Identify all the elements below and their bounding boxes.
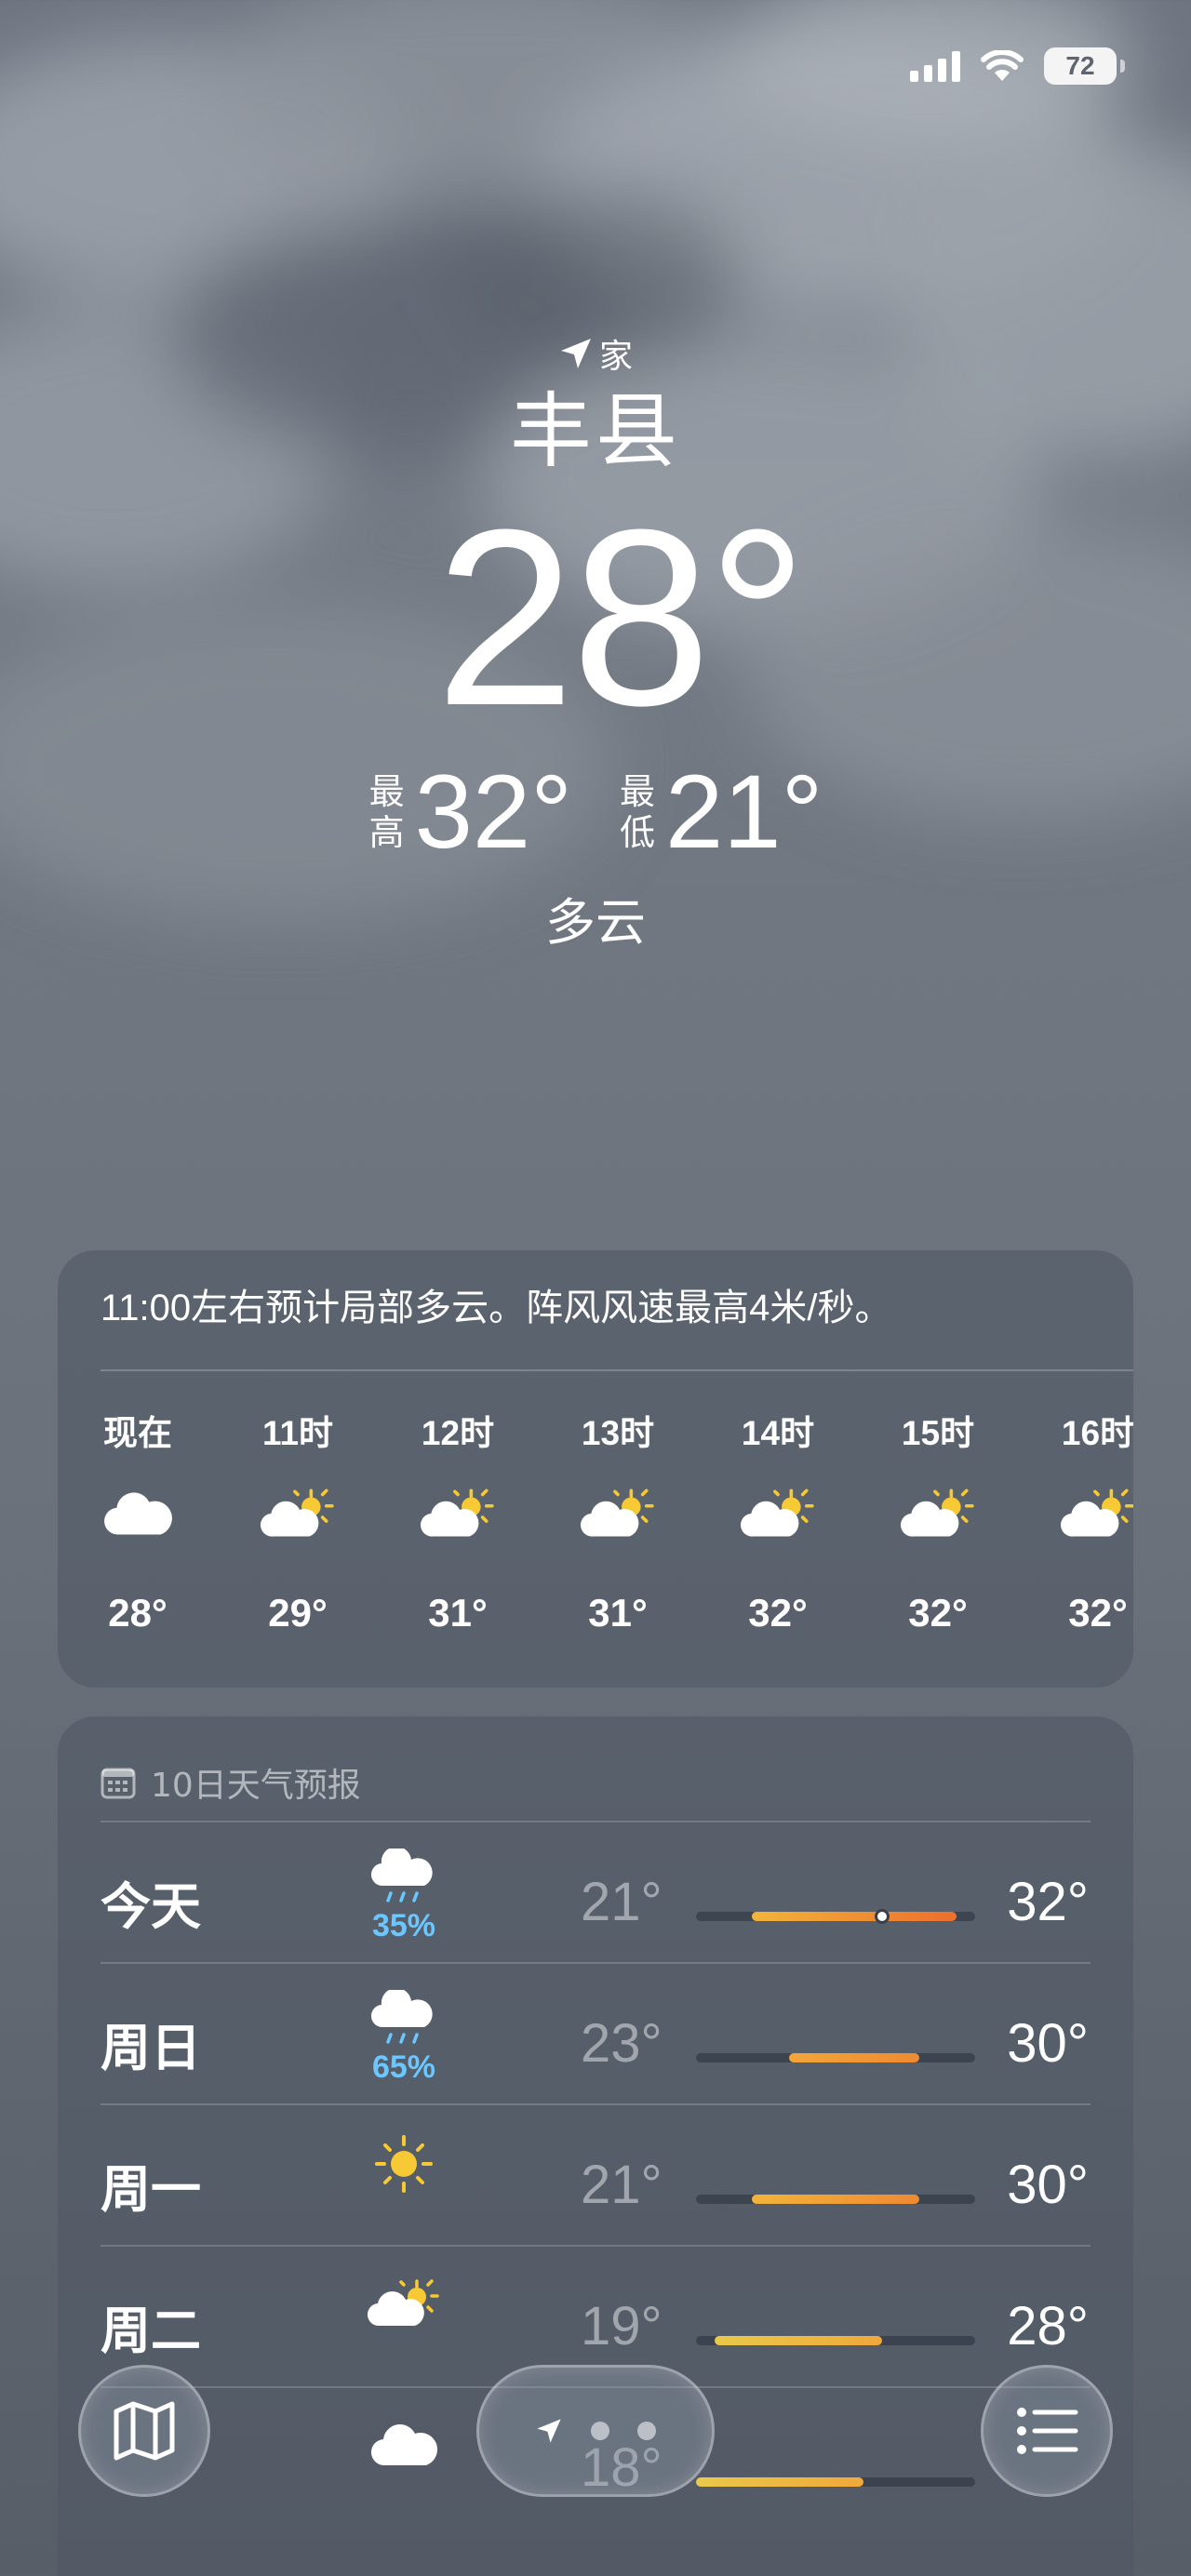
hour-temperature: 31° — [588, 1591, 648, 1635]
cloud-icon — [367, 2414, 441, 2479]
calendar-icon — [100, 1768, 136, 1799]
ten-day-title: 10日天气预报 — [151, 1767, 361, 1805]
day-low: 21° — [581, 1872, 662, 1932]
rain-icon — [367, 1846, 441, 1914]
low-temperature: 21° — [665, 754, 823, 870]
location-tag: 家 — [0, 330, 1191, 377]
ten-day-header: 10日天气预报 — [58, 1716, 1133, 1821]
partly-sunny-icon — [260, 1477, 336, 1554]
temp-range-bar — [715, 2336, 882, 2345]
temp-range-track — [696, 2195, 975, 2204]
hour-label: 16时 — [1061, 1414, 1133, 1452]
temp-range-track — [696, 2336, 975, 2345]
page-dot — [637, 2422, 656, 2440]
partly-sunny-icon — [900, 1477, 976, 1554]
temp-range-bar — [752, 2195, 919, 2204]
status-bar: 72 — [910, 43, 1125, 89]
temp-range-bar — [752, 1912, 957, 1921]
day-label: 周日 — [100, 2019, 201, 2077]
location-arrow-icon — [537, 2419, 561, 2443]
day-label: 今天 — [100, 1877, 201, 1936]
high-temperature: 32° — [414, 754, 572, 870]
current-temperature: 28° — [435, 478, 808, 758]
day-low: 19° — [581, 2296, 662, 2356]
rain-icon — [367, 1987, 441, 2055]
hour-label: 现在 — [103, 1414, 172, 1452]
hour-label: 14时 — [741, 1414, 815, 1452]
hour-item: 16时 32° — [1018, 1371, 1133, 1688]
location-tag-label: 家 — [598, 338, 633, 376]
day-high: 32° — [1007, 1872, 1089, 1932]
hour-item: 12时 31° — [378, 1371, 538, 1688]
day-weather — [357, 2131, 450, 2193]
high-low: 最高 32° 最低 21° — [0, 756, 1191, 868]
hour-item: 15时 32° — [858, 1371, 1018, 1688]
hour-label: 11时 — [261, 1414, 334, 1452]
current-weather-header: 家 丰县 28° 最高 32° 最低 21° 多云 — [0, 330, 1191, 954]
low-label: 最低 — [619, 771, 655, 853]
temp-range-track — [696, 1909, 975, 1924]
partly-sunny-icon — [740, 1477, 816, 1554]
hour-label: 13时 — [581, 1414, 655, 1452]
hour-temperature: 32° — [748, 1591, 808, 1635]
temp-range-bar — [789, 2053, 919, 2062]
hour-temperature: 32° — [908, 1591, 968, 1635]
hour-temperature: 28° — [108, 1591, 167, 1635]
temp-range-track — [696, 2477, 975, 2487]
list-icon — [1017, 2408, 1078, 2454]
hour-item: 现在 28° — [58, 1371, 218, 1688]
daily-row[interactable]: 周一 21° 30° — [58, 2105, 1133, 2245]
partly-sunny-icon — [1060, 1477, 1133, 1554]
page-dot — [591, 2422, 609, 2440]
forecast-summary: 11:00左右预计局部多云。阵风风速最高4米/秒。 — [100, 1288, 892, 1328]
sun-icon — [367, 2131, 441, 2196]
day-weather — [357, 2273, 450, 2332]
map-icon — [114, 2401, 175, 2461]
condition-text: 多云 — [545, 893, 646, 952]
map-button[interactable] — [78, 2365, 210, 2497]
day-high: 30° — [1007, 2155, 1089, 2215]
battery-level: 72 — [1065, 51, 1095, 80]
cellular-signal-icon — [910, 50, 960, 82]
cloud-icon — [100, 1477, 176, 1554]
temp-range-bar — [696, 2477, 863, 2487]
partly-sunny-icon — [367, 2273, 441, 2338]
day-label: 周二 — [100, 2302, 201, 2360]
city-name: 丰县 — [509, 383, 681, 479]
day-low: 21° — [581, 2155, 662, 2215]
day-low: 23° — [581, 2013, 662, 2074]
partly-sunny-icon — [420, 1477, 496, 1554]
hour-item: 13时 31° — [538, 1371, 698, 1688]
hour-temperature: 29° — [268, 1591, 328, 1635]
hourly-forecast-card[interactable]: 11:00左右预计局部多云。阵风风速最高4米/秒。 现在 28° 11时 29° 12时… — [58, 1250, 1133, 1688]
daily-row[interactable]: 周日 65% 23° 30° — [58, 1964, 1133, 2103]
location-arrow-icon — [560, 339, 591, 368]
day-high: 30° — [1007, 2013, 1089, 2074]
city-list-button[interactable] — [981, 2365, 1113, 2497]
day-label: 周一 — [100, 2160, 201, 2219]
battery-indicator: 72 — [1044, 47, 1125, 85]
daily-row[interactable]: 今天 35% 21° 32° — [58, 1822, 1133, 1962]
hour-label: 12时 — [421, 1414, 495, 1452]
hour-item: 11时 29° — [218, 1371, 378, 1688]
hour-temperature: 31° — [428, 1591, 488, 1635]
day-weather: 35% — [357, 1846, 450, 1944]
day-high: 28° — [1007, 2296, 1089, 2356]
hourly-scroll[interactable]: 现在 28° 11时 29° 12时 31° 13时 31° 14时 32° 15时 32° 16时 32… — [58, 1371, 1133, 1688]
temp-range-track — [696, 2053, 975, 2062]
day-weather — [357, 2414, 450, 2474]
day-weather: 65% — [357, 1987, 450, 2086]
location-pager[interactable] — [476, 2365, 715, 2497]
current-temp-marker — [875, 1909, 890, 1924]
partly-sunny-icon — [580, 1477, 656, 1554]
hour-item: 14时 32° — [698, 1371, 858, 1688]
high-label: 最高 — [368, 771, 405, 853]
hour-label: 15时 — [901, 1414, 975, 1452]
hour-temperature: 32° — [1068, 1591, 1128, 1635]
wifi-icon — [981, 50, 1024, 81]
